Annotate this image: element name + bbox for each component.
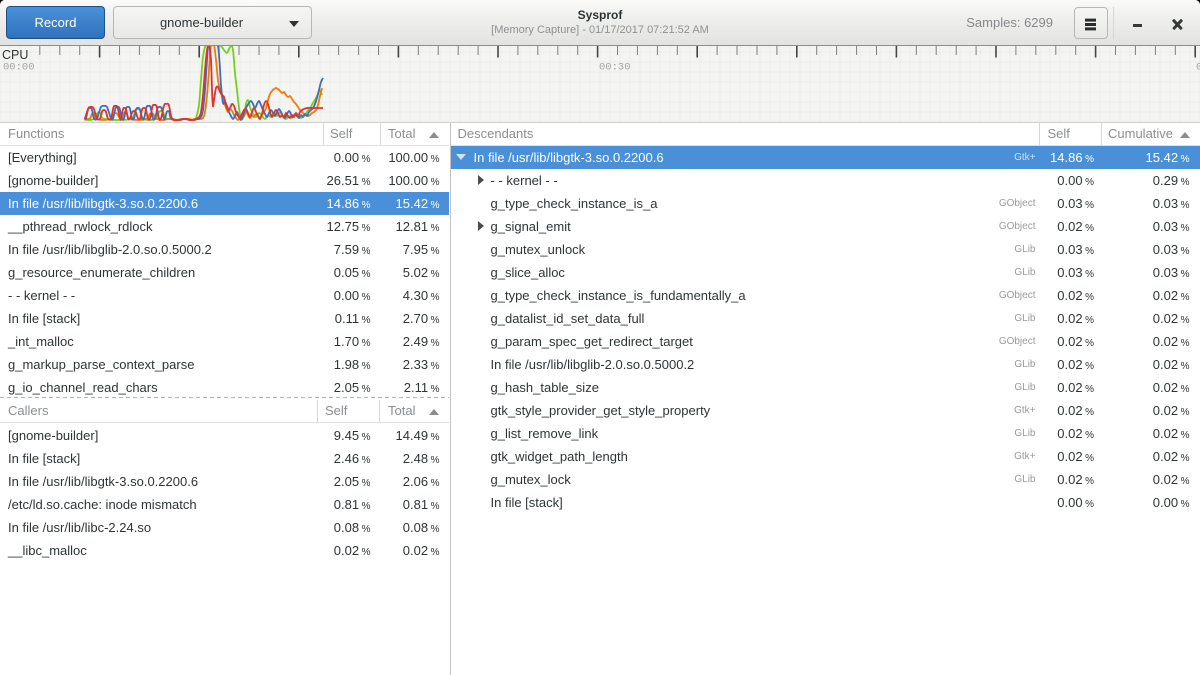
svg-text:01:00: 01:00 (1196, 62, 1200, 74)
svg-text:00:00: 00:00 (3, 62, 35, 74)
svg-text:00:30: 00:30 (599, 62, 631, 74)
svg-text:CPU: CPU (2, 48, 28, 62)
